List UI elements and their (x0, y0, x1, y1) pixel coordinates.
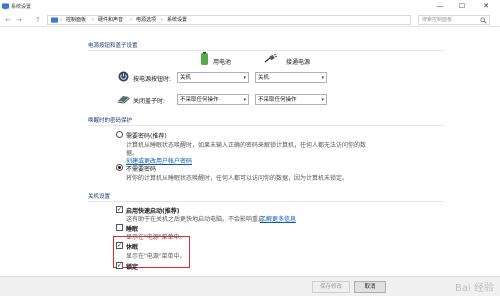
lid-close-label: 关闭盖子时: (133, 98, 166, 105)
divider (88, 125, 444, 126)
divider (88, 50, 444, 51)
watermark: Bai 经验 (455, 283, 494, 294)
power-button-label: 按电源按钮时: (133, 76, 172, 83)
breadcrumb-separator: › (60, 17, 62, 23)
hibernate-checkbox[interactable]: ✓ (116, 242, 123, 249)
breadcrumb[interactable]: › 控制面板 › 硬件和声音 › 电源选项 › 系统设置 (47, 15, 411, 25)
title-bar: 系统设置 — ☐ ✕ (0, 0, 500, 13)
lock-label[interactable]: 锁定 (126, 262, 138, 271)
section-heading-password: 唤醒时的密码保护 (88, 118, 133, 124)
forward-button[interactable]: → (15, 16, 23, 24)
section-heading-power-buttons: 电源按钮和盖子设置 (88, 43, 138, 49)
selected-value: 关机 (180, 75, 192, 81)
window-title: 系统设置 (11, 4, 32, 10)
sleep-checkbox[interactable] (116, 224, 123, 231)
breadcrumb-item[interactable]: 电源选项 (136, 17, 156, 24)
lid-close-plugged-select[interactable]: 不采取任何操作 ▾ (255, 94, 327, 105)
control-panel-icon (51, 17, 58, 23)
address-bar: ← → ↑ › 控制面板 › 硬件和声音 › 电源选项 › 系统设置 搜索控制面… (0, 13, 500, 27)
lid-close-battery-select[interactable]: 不采取任何操作 ▾ (177, 94, 249, 105)
chevron-down-icon: ▾ (321, 75, 324, 81)
minimize-button[interactable]: — (430, 0, 450, 13)
chevron-down-icon: ▾ (243, 97, 246, 103)
laptop-lid-icon (117, 96, 130, 104)
hibernate-description: 显示在"电源"菜单中。 (126, 253, 186, 260)
footer-bar: 保存修改 取消 Bai 经验 (0, 276, 500, 296)
power-button-battery-select[interactable]: 关机 ▾ (177, 72, 249, 83)
hibernate-label[interactable]: 休眠 (126, 242, 138, 251)
battery-icon (201, 52, 208, 65)
breadcrumb-separator: › (92, 17, 94, 23)
selected-value: 关机 (258, 75, 270, 81)
no-password-label[interactable]: 不需要密码 (126, 164, 156, 173)
no-password-radio[interactable] (116, 164, 123, 171)
close-button[interactable]: ✕ (476, 0, 496, 13)
breadcrumb-separator: › (130, 17, 132, 23)
divider (88, 201, 444, 202)
breadcrumb-item[interactable]: 硬件和声音 (98, 17, 123, 24)
lock-checkbox[interactable]: ✓ (116, 262, 123, 269)
learn-more-link[interactable]: 了解更多信息 (260, 214, 296, 223)
power-button-plugged-select[interactable]: 关机 ▾ (255, 72, 327, 83)
column-header-battery: 用电池 (213, 59, 232, 66)
column-header-plugged: 接通电源 (286, 59, 311, 66)
require-password-label[interactable]: 需要密码(推荐) (126, 131, 167, 140)
back-button[interactable]: ← (4, 16, 12, 24)
power-button-icon (118, 71, 129, 82)
selected-value: 不采取任何操作 (180, 97, 219, 103)
search-placeholder: 搜索控制面板 (422, 17, 453, 23)
search-icon (480, 17, 487, 24)
breadcrumb-item[interactable]: 系统设置 (167, 17, 187, 24)
maximize-button[interactable]: ☐ (452, 0, 472, 13)
fast-startup-description: 这有助于在关机之后更快地启动电脑。不会影响重启。 (126, 216, 271, 223)
search-input[interactable]: 搜索控制面板 (418, 15, 490, 25)
cancel-button[interactable]: 取消 (354, 281, 386, 293)
section-heading-shutdown: 关机设置 (88, 194, 111, 200)
chevron-down-icon: ▾ (321, 97, 324, 103)
no-password-description: 将你的计算机从睡眠状态唤醒时，任何人都可以访问你的数据，因为计算机未锁定。 (126, 175, 349, 182)
selected-value: 不采取任何操作 (258, 97, 297, 103)
require-password-radio[interactable] (116, 131, 123, 138)
breadcrumb-item[interactable]: 控制面板 (66, 17, 86, 24)
require-password-description: 计算机从睡眠状态唤醒时，如果未输入正确的密码来解锁计算机，任何人都无法访问你的数 (126, 142, 367, 149)
power-plug-icon (264, 54, 277, 63)
breadcrumb-separator: › (161, 17, 163, 23)
control-panel-icon (2, 3, 9, 10)
save-button[interactable]: 保存修改 (312, 281, 350, 293)
up-button[interactable]: ↑ (34, 16, 42, 24)
chevron-down-icon: ▾ (243, 75, 246, 81)
fast-startup-checkbox[interactable]: ✓ (116, 206, 123, 213)
